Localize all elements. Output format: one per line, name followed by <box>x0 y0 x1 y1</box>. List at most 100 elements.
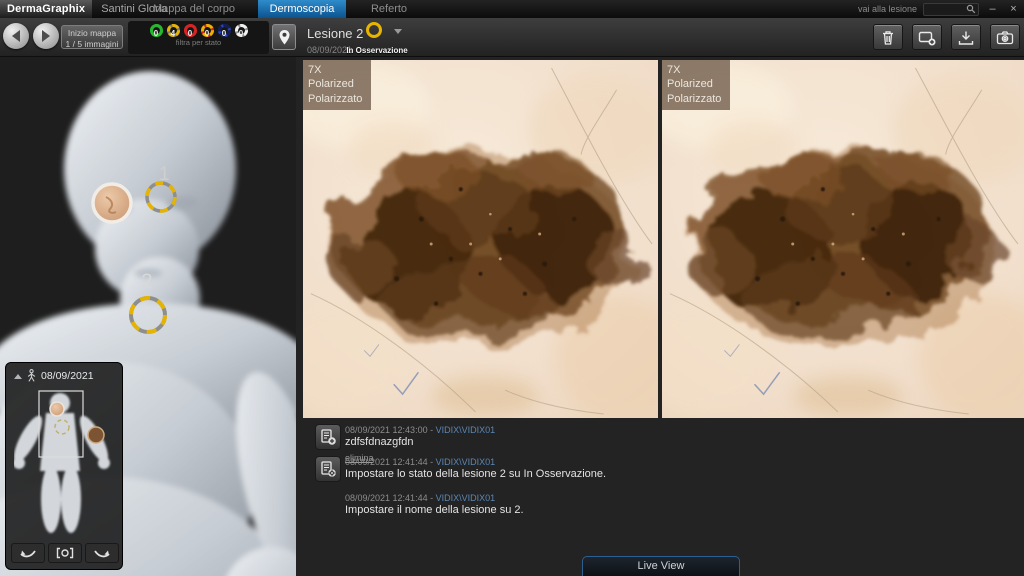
mode-it: Polarizzato <box>308 92 362 106</box>
next-lesion-button[interactable] <box>33 23 59 49</box>
app-logo: DermaGraphix <box>0 0 92 18</box>
image-1-label: 7X Polarized Polarizzato <box>303 60 371 110</box>
lesion-marker-2-label: 2 <box>141 270 153 293</box>
add-image-icon <box>917 29 937 46</box>
log-user[interactable]: VIDIX\VIDIX01 <box>436 425 496 435</box>
lesion-1-preview[interactable] <box>93 184 131 222</box>
log-entry-meta: 08/09/2021 12:41:44 - VIDIX\VIDIX01 <box>345 493 524 503</box>
lesion-search-input[interactable] <box>923 3 979 16</box>
magnification: 7X <box>308 63 362 77</box>
title-bar: DermaGraphix Santini Gloria Mappa del co… <box>0 0 1024 18</box>
log-message: Impostare il nome della lesione su 2. <box>345 504 524 516</box>
mode-en: Polarized <box>308 77 362 91</box>
capture-button[interactable] <box>990 24 1020 50</box>
minimize-button[interactable]: – <box>985 1 1000 18</box>
status-filter-yellow[interactable]: 4 <box>167 24 180 37</box>
body-map-sidebar: 1 2 08/09/2021 <box>0 57 296 576</box>
close-button[interactable]: × <box>1006 1 1021 18</box>
add-note-button[interactable] <box>315 424 341 450</box>
session-panel-header: 08/09/2021 <box>6 363 122 382</box>
window-controls: vai alla lesione – × <box>858 0 1021 18</box>
rotate-right-button[interactable] <box>85 543 119 563</box>
status-filter-group: 0 4 0 0 0 0 filtra per stato <box>128 21 269 54</box>
log-separator: - <box>428 493 436 503</box>
log-entry-meta: 08/09/2021 12:43:00 - VIDIX\VIDIX01 <box>345 425 495 435</box>
note-settings-button[interactable] <box>315 456 341 482</box>
log-user[interactable]: VIDIX\VIDIX01 <box>436 457 496 467</box>
log-separator: - <box>428 425 436 435</box>
image-2-label: 7X Polarized Polarizzato <box>662 60 730 110</box>
log-entry: 08/09/2021 12:41:44 - VIDIX\VIDIX01 Impo… <box>345 493 524 516</box>
arrow-left-icon <box>6 30 20 42</box>
filter-caption: filtra per stato <box>128 38 269 47</box>
go-to-lesion-label: vai alla lesione <box>858 4 917 14</box>
log-entry-meta: 08/09/2021 12:41:44 - VIDIX\VIDIX01 <box>345 457 606 467</box>
download-button[interactable] <box>951 24 981 50</box>
person-icon <box>27 369 36 382</box>
note-settings-icon <box>319 460 337 478</box>
status-filter-blue[interactable]: 0 <box>218 24 231 37</box>
mode-en: Polarized <box>667 77 721 91</box>
arrow-right-icon <box>42 30 56 42</box>
rotate-right-icon <box>92 547 112 559</box>
face-frame-icon <box>55 547 75 559</box>
lesion-status-label: In Osservazione <box>343 46 411 55</box>
previous-lesion-button[interactable] <box>3 23 29 49</box>
dermoscopy-toolbar: Inizio mappa 1 / 5 immagini 0 4 0 0 0 0 … <box>0 18 1024 57</box>
status-filter-green[interactable]: 0 <box>150 24 163 37</box>
log-separator: - <box>428 457 436 467</box>
lesion-marker-1-label: 1 <box>159 164 170 185</box>
center-view-button[interactable] <box>48 543 82 563</box>
status-filter-red-yellow[interactable]: 0 <box>201 24 214 37</box>
lesion-status-ring-icon[interactable] <box>366 22 382 38</box>
map-start-button[interactable]: Inizio mappa 1 / 5 immagini <box>61 25 123 49</box>
tab-mappa-del-corpo[interactable]: Mappa del corpo <box>130 0 258 18</box>
log-timestamp: 08/09/2021 12:41:44 <box>345 493 428 503</box>
rotate-left-button[interactable] <box>11 543 45 563</box>
magnification: 7X <box>667 63 721 77</box>
log-message: Impostare lo stato della lesione 2 su In… <box>345 468 606 480</box>
dermoscopy-photo <box>662 60 1024 418</box>
map-start-line1: Inizio mappa <box>62 28 122 39</box>
add-image-button[interactable] <box>912 24 942 50</box>
map-start-line2: 1 / 5 immagini <box>62 39 122 50</box>
rotate-left-icon <box>18 547 38 559</box>
status-filter-white[interactable]: 0 <box>235 24 248 37</box>
image-actions <box>873 24 1020 50</box>
camera-icon <box>995 29 1015 46</box>
download-icon <box>956 29 976 46</box>
log-user[interactable]: VIDIX\VIDIX01 <box>436 493 496 503</box>
dermoscopy-main: 7X Polarized Polarizzato 7X Polarized Po… <box>296 57 1024 576</box>
lesion-title: Lesione 2 <box>307 26 363 41</box>
dermoscopy-photo <box>303 60 658 418</box>
log-message: zdfsfdnazgfdn <box>345 436 495 448</box>
log-timestamp: 08/09/2021 12:41:44 <box>345 457 428 467</box>
dermoscopy-image-2[interactable]: 7X Polarized Polarizzato <box>662 60 1024 418</box>
mode-it: Polarizzato <box>667 92 721 106</box>
trash-icon <box>878 29 898 46</box>
thumbnail-figure <box>14 393 113 533</box>
status-filter-red[interactable]: 0 <box>184 24 197 37</box>
capture-session-panel: 08/09/2021 <box>5 362 123 570</box>
status-filter-rings: 0 4 0 0 0 0 <box>128 21 269 37</box>
dermoscopy-image-1[interactable]: 7X Polarized Polarizzato <box>303 60 658 418</box>
chevron-down-icon[interactable] <box>394 29 402 38</box>
tab-dermoscopia[interactable]: Dermoscopia <box>258 0 346 18</box>
log-timestamp: 08/09/2021 12:43:00 <box>345 425 428 435</box>
collapse-icon[interactable] <box>14 370 22 379</box>
main-tabs: Mappa del corpo Dermoscopia Referto <box>130 0 432 18</box>
map-pin-icon <box>278 29 291 46</box>
log-entry: 08/09/2021 12:41:44 - VIDIX\VIDIX01 Impo… <box>345 457 606 480</box>
session-date: 08/09/2021 <box>41 370 94 382</box>
tab-referto[interactable]: Referto <box>346 0 432 18</box>
locate-lesion-button[interactable] <box>272 24 296 50</box>
live-view-button[interactable]: Live View <box>582 556 740 576</box>
thumbnail-lesion-3[interactable] <box>88 427 104 443</box>
body-thumbnail[interactable] <box>14 387 116 537</box>
app-window: DermaGraphix Santini Gloria Mappa del co… <box>0 0 1024 576</box>
model-rotate-controls <box>11 543 119 563</box>
search-icon[interactable] <box>966 4 976 14</box>
note-add-icon <box>319 428 337 446</box>
delete-button[interactable] <box>873 24 903 50</box>
thumbnail-lesion-1[interactable] <box>50 402 64 416</box>
